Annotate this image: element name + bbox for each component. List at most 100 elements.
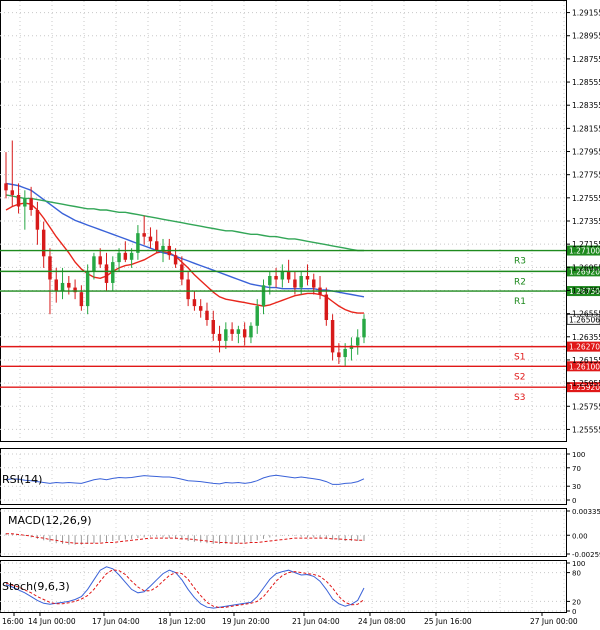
- candle-body: [337, 352, 341, 358]
- candle-body: [92, 256, 96, 272]
- candle-body: [111, 262, 115, 283]
- candle-body: [148, 236, 153, 242]
- stoch-title: Stoch(9,6,3): [2, 580, 70, 593]
- candle-body: [117, 252, 121, 263]
- candle-body: [255, 306, 259, 326]
- y-tick-label: 1.27555: [572, 194, 600, 203]
- candle-body: [16, 194, 21, 207]
- candle-body: [123, 252, 128, 260]
- y-tick-label: 70: [572, 465, 581, 473]
- y-tick-label: 1.29155: [572, 9, 600, 18]
- y-tick-label: 1.28955: [572, 32, 600, 41]
- candle-body: [355, 337, 360, 346]
- candle-body: [205, 310, 209, 320]
- forex-chart: R31.27100R21.26920R11.26750S11.26270S21.…: [0, 0, 600, 630]
- candle-body: [268, 276, 272, 286]
- pivot-level-name: S1: [514, 353, 525, 363]
- y-tick-label: 1.28555: [572, 78, 600, 87]
- candle-body: [211, 320, 215, 334]
- candle-body: [23, 198, 27, 207]
- y-tick-label: 0: [572, 497, 576, 505]
- y-tick-label: 30: [572, 483, 581, 491]
- candle-body: [242, 329, 247, 338]
- x-tick-label: 21 Jun 04:00: [292, 617, 340, 626]
- pivot-level-name: R1: [514, 297, 526, 307]
- candle-body: [343, 348, 347, 358]
- y-tick-label: 1.26355: [572, 333, 600, 342]
- x-tick-label: 18 Jun 12:00: [158, 617, 206, 626]
- candle-body: [186, 279, 190, 300]
- pivot-level-name: S2: [514, 372, 525, 382]
- candle-body: [362, 318, 366, 338]
- candle-body: [236, 329, 241, 334]
- candle-body: [280, 271, 285, 280]
- candle-body: [261, 285, 266, 307]
- y-tick-label: 1.26755: [572, 286, 600, 295]
- y-tick-label: 1.27155: [572, 240, 600, 249]
- candle-body: [60, 282, 65, 292]
- x-tick-label: 14 Jun 00:00: [28, 617, 76, 626]
- y-tick-label: 1.27355: [572, 217, 600, 226]
- candle-body: [192, 299, 197, 307]
- x-tick-label: 24 Jun 08:00: [358, 617, 406, 626]
- y-tick-label: 1.28755: [572, 55, 600, 64]
- candle-body: [249, 325, 253, 338]
- candle-body: [155, 241, 159, 251]
- pivot-level-name: S3: [514, 393, 525, 403]
- candle-body: [67, 282, 71, 288]
- y-tick-label: 100: [572, 560, 585, 568]
- y-tick-label: 0: [572, 608, 576, 616]
- y-tick-label: 1.28155: [572, 124, 600, 133]
- x-tick-label: 17 Jun 04:00: [92, 617, 140, 626]
- x-tick-label: 16:00: [2, 617, 24, 626]
- candle-body: [224, 329, 228, 341]
- candle-body: [173, 255, 178, 265]
- candle-body: [48, 256, 52, 280]
- y-tick-label: 80: [572, 570, 581, 578]
- candle-body: [54, 279, 58, 292]
- x-tick-label: 27 Jun 00:00: [530, 617, 578, 626]
- x-tick-label: 19 Jun 20:00: [222, 617, 270, 626]
- pivot-level-name: R3: [514, 257, 526, 267]
- y-tick-label: 1.25555: [572, 425, 600, 434]
- candle-body: [98, 256, 102, 265]
- y-tick-label: 1.27755: [572, 171, 600, 180]
- candle-body: [29, 198, 33, 210]
- candle-body: [41, 229, 46, 257]
- candle-body: [79, 292, 84, 307]
- candle-body: [129, 252, 134, 260]
- candle-body: [293, 279, 297, 288]
- y-tick-label: 1.26955: [572, 263, 600, 272]
- candle-body: [10, 190, 15, 195]
- candle-body: [299, 276, 303, 288]
- y-tick-label: 0.003358: [572, 508, 600, 516]
- candle-body: [324, 294, 329, 320]
- y-tick-label: 1.25755: [572, 402, 600, 411]
- y-tick-label: 1.26155: [572, 356, 600, 365]
- candle-body: [230, 329, 234, 334]
- candle-body: [330, 320, 335, 353]
- y-tick-label: 100: [572, 451, 585, 459]
- macd-title: MACD(12,26,9): [8, 514, 92, 527]
- y-tick-label: 1.25955: [572, 379, 600, 388]
- y-tick-label: 20: [572, 598, 581, 606]
- pivot-level-name: R2: [514, 277, 526, 287]
- candle-body: [4, 183, 8, 191]
- y-tick-label: 1.27955: [572, 148, 600, 157]
- y-tick-label: 0.00: [572, 532, 588, 540]
- candle-body: [104, 264, 109, 283]
- candle-body: [85, 271, 90, 307]
- candle-body: [217, 333, 222, 341]
- candle-body: [198, 306, 203, 311]
- candle-body: [286, 271, 291, 280]
- pivot-level-value: 1.26270: [569, 343, 600, 352]
- candle-body: [142, 233, 146, 237]
- candle-body: [312, 279, 316, 288]
- y-tick-label: -0.002596: [572, 551, 600, 559]
- candle-body: [305, 276, 310, 280]
- candle-body: [274, 276, 278, 280]
- rsi-title: RSI(14): [2, 473, 42, 486]
- y-tick-label: 1.26555: [572, 310, 600, 319]
- x-tick-label: 25 Jun 16:00: [424, 617, 472, 626]
- y-tick-label: 1.28355: [572, 101, 600, 110]
